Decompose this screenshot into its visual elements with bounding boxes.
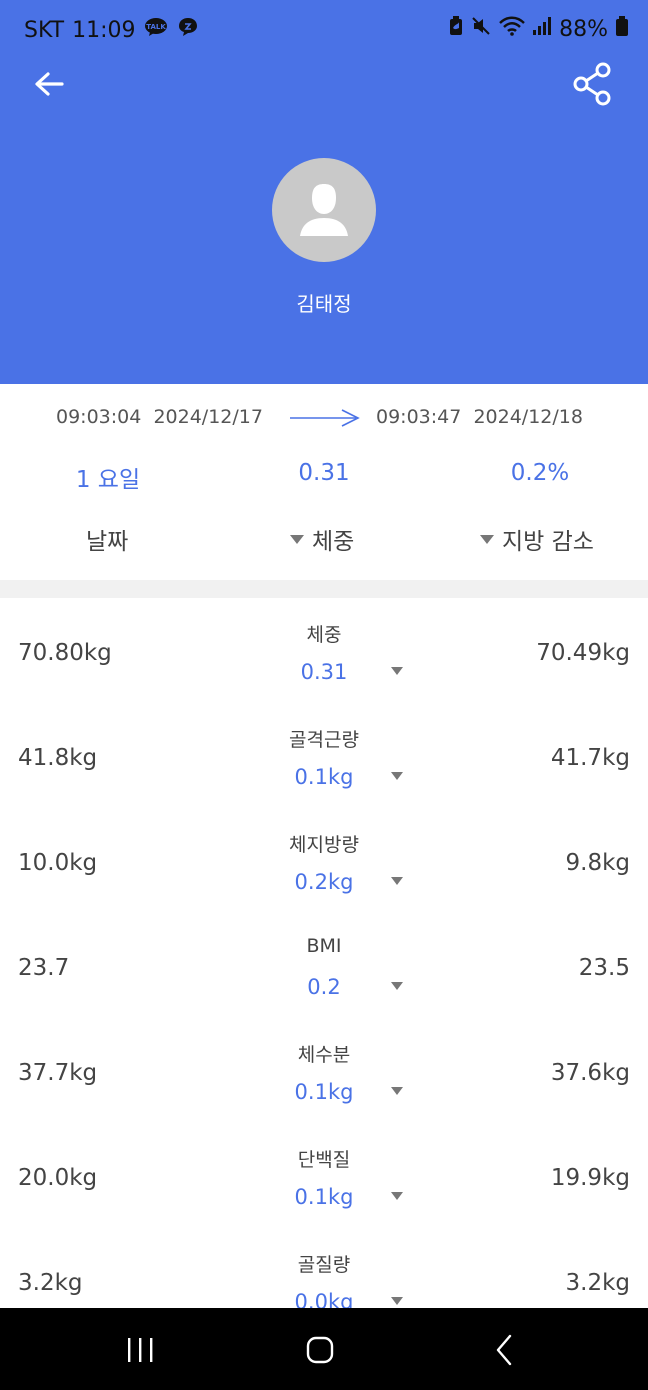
- list-item[interactable]: 41.8kg 골격근량 0.1kg 41.7kg: [0, 705, 648, 810]
- column-weight-sort[interactable]: 체중: [290, 522, 354, 556]
- wifi-icon: [499, 16, 525, 42]
- triangle-down-icon: [290, 534, 304, 544]
- before-value: 3.2kg: [18, 1270, 83, 1296]
- nav-back-button[interactable]: [482, 1328, 526, 1372]
- after-value: 19.9kg: [550, 1165, 630, 1191]
- end-timestamp: 09:03:47 2024/12/18: [376, 406, 583, 428]
- before-value: 20.0kg: [18, 1165, 98, 1191]
- status-left: SKT 11:09 TALK: [24, 16, 200, 44]
- triangle-down-icon: [391, 772, 403, 780]
- comparison-summary: 09:03:04 2024/12/17 09:03:47 2024/12/18 …: [0, 384, 648, 580]
- list-item[interactable]: 37.7kg 체수분 0.1kg 37.6kg: [0, 1020, 648, 1125]
- list-item[interactable]: 10.0kg 체지방량 0.2kg 9.8kg: [0, 810, 648, 915]
- metric-label: 체수분: [297, 1044, 351, 1066]
- triangle-down-icon: [391, 1087, 403, 1095]
- metric-label: BMI: [306, 935, 342, 957]
- metric-label: 골질량: [297, 1254, 351, 1276]
- person-silhouette-icon: [300, 184, 348, 236]
- before-value: 37.7kg: [18, 1060, 98, 1086]
- list-item[interactable]: 23.7 BMI 0.2 23.5: [0, 915, 648, 1020]
- end-time: 09:03:47: [376, 406, 462, 428]
- list-item[interactable]: 70.80kg 체중 0.31 70.49kg: [0, 600, 648, 705]
- battery-saver-icon: [449, 16, 463, 42]
- before-value: 23.7: [18, 955, 70, 981]
- start-date: 2024/12/17: [153, 406, 263, 428]
- avatar: [272, 158, 376, 262]
- system-navigation-bar: [0, 1308, 648, 1390]
- before-value: 70.80kg: [18, 640, 112, 666]
- column-fat-loss-label: 지방 감소: [502, 529, 594, 555]
- before-value: 41.8kg: [18, 745, 98, 771]
- start-timestamp: 09:03:04 2024/12/17: [56, 406, 263, 428]
- back-button[interactable]: [28, 64, 72, 108]
- signal-icon: [533, 16, 552, 42]
- metric-label: 골격근량: [289, 729, 359, 751]
- share-button[interactable]: [566, 58, 618, 110]
- svg-text:TALK: TALK: [146, 23, 166, 31]
- profile-header: SKT 11:09 TALK 88% 김태정: [0, 0, 648, 384]
- battery-icon: [616, 16, 628, 42]
- metric-label: 단백질: [297, 1149, 351, 1171]
- column-weight-label: 체중: [312, 529, 355, 555]
- list-item[interactable]: 20.0kg 단백질 0.1kg 19.9kg: [0, 1125, 648, 1230]
- after-value: 23.5: [578, 955, 630, 981]
- list-item[interactable]: 3.2kg 골질량 0.0kg 3.2kg: [0, 1230, 648, 1308]
- after-value: 9.8kg: [565, 850, 631, 876]
- after-value: 41.7kg: [550, 745, 630, 771]
- triangle-down-icon: [480, 534, 494, 544]
- triangle-down-icon: [391, 982, 403, 990]
- section-divider: [0, 580, 648, 598]
- after-value: 37.6kg: [550, 1060, 630, 1086]
- metric-label: 체지방량: [289, 834, 359, 856]
- column-date-label: 날짜: [86, 529, 129, 555]
- carrier: SKT: [24, 17, 65, 43]
- nav-back-icon: [496, 1334, 512, 1366]
- triangle-down-icon: [391, 877, 403, 885]
- triangle-down-icon: [391, 1297, 403, 1305]
- recents-button[interactable]: [118, 1328, 162, 1372]
- column-fat-loss-sort[interactable]: 지방 감소: [480, 522, 594, 556]
- battery-percent: 88%: [559, 16, 608, 42]
- profile-name: 김태정: [296, 292, 352, 316]
- arrow-left-icon: [35, 72, 64, 96]
- recents-icon: [128, 1338, 153, 1362]
- end-date: 2024/12/18: [473, 406, 583, 428]
- triangle-down-icon: [391, 667, 403, 675]
- status-right: 88%: [449, 16, 628, 42]
- home-button[interactable]: [298, 1328, 342, 1372]
- clock: 11:09: [72, 17, 136, 43]
- stat-fat-loss: 0.2%: [510, 460, 570, 486]
- chat-bubble-icon: [176, 16, 200, 44]
- triangle-down-icon: [391, 1192, 403, 1200]
- metric-label: 체중: [306, 624, 342, 646]
- metric-list: 70.80kg 체중 0.31 70.49kg 41.8kg 골격근량 0.1k…: [0, 600, 648, 1308]
- stat-days: 1 요일: [75, 467, 141, 493]
- long-arrow-right-icon: [290, 409, 360, 427]
- after-value: 70.49kg: [536, 640, 630, 666]
- column-date: 날짜: [86, 522, 128, 556]
- mute-icon: [471, 16, 491, 42]
- status-bar: SKT 11:09 TALK 88%: [0, 0, 648, 58]
- after-value: 3.2kg: [565, 1270, 631, 1296]
- home-icon: [306, 1336, 334, 1364]
- start-time: 09:03:04: [56, 406, 142, 428]
- before-value: 10.0kg: [18, 850, 98, 876]
- share-icon: [573, 62, 611, 106]
- stat-weight-change: 0.31: [298, 460, 350, 486]
- talk-icon: TALK: [144, 17, 168, 43]
